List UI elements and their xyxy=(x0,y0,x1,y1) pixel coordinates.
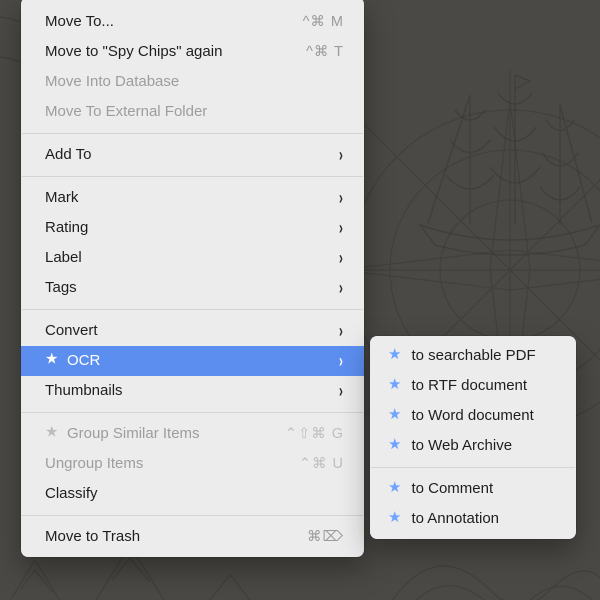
menu-item-label: Move to "Spy Chips" again xyxy=(45,37,288,67)
menu-item-label: Classify xyxy=(45,479,344,509)
menu-item-shortcut: ⌘⌦ xyxy=(307,522,344,552)
menu-item-ocr[interactable]: ★ OCR › xyxy=(21,346,364,376)
menu-item-shortcut: ^⌘ M xyxy=(303,7,344,37)
chevron-right-icon: › xyxy=(339,213,343,243)
menu-item-label: Ungroup Items xyxy=(45,449,281,479)
menu-item-label: Group Similar Items xyxy=(45,419,267,449)
menu-item-label: Move To External Folder xyxy=(45,97,344,127)
chevron-right-icon: › xyxy=(339,376,343,406)
menu-separator xyxy=(22,309,363,310)
chevron-right-icon: › xyxy=(339,183,343,213)
menu-item-shortcut: ⌃⇧⌘ G xyxy=(285,419,344,449)
chevron-right-icon: › xyxy=(339,316,343,346)
menu-item-move-again[interactable]: Move to "Spy Chips" again ^⌘ T xyxy=(21,37,364,67)
star-icon: ★ xyxy=(45,418,58,448)
menu-item-shortcut: ⌃⌘ U xyxy=(299,449,344,479)
submenu-item-searchable-pdf[interactable]: ★ to searchable PDF xyxy=(370,341,576,371)
menu-item-label: OCR xyxy=(45,346,320,376)
menu-item-label: to RTF document xyxy=(411,371,556,401)
submenu-item-annotation[interactable]: ★ to Annotation xyxy=(370,504,576,534)
menu-item-label: to Annotation xyxy=(411,504,556,534)
menu-separator xyxy=(22,176,363,177)
ocr-submenu: ★ to searchable PDF ★ to RTF document ★ … xyxy=(370,336,576,539)
menu-item-label: to Word document xyxy=(411,401,556,431)
menu-item-label: Rating xyxy=(45,213,320,243)
menu-item-rating[interactable]: Rating › xyxy=(21,213,364,243)
star-icon: ★ xyxy=(388,400,401,430)
menu-separator xyxy=(22,515,363,516)
chevron-right-icon: › xyxy=(339,346,343,376)
menu-separator xyxy=(22,412,363,413)
star-icon: ★ xyxy=(388,370,401,400)
menu-item-label: Move To... xyxy=(45,7,285,37)
menu-item-move-into-database: Move Into Database xyxy=(21,67,364,97)
menu-item-move-to[interactable]: Move To... ^⌘ M xyxy=(21,7,364,37)
menu-item-move-external: Move To External Folder xyxy=(21,97,364,127)
menu-item-label: Tags xyxy=(45,273,320,303)
menu-item-ungroup: Ungroup Items ⌃⌘ U xyxy=(21,449,364,479)
menu-item-label: to searchable PDF xyxy=(411,341,556,371)
star-icon: ★ xyxy=(388,503,401,533)
menu-item-label: Thumbnails xyxy=(45,376,320,406)
menu-item-shortcut: ^⌘ T xyxy=(306,37,344,67)
menu-item-label: to Web Archive xyxy=(411,431,556,461)
menu-item-add-to[interactable]: Add To › xyxy=(21,140,364,170)
menu-item-label: Move Into Database xyxy=(45,67,344,97)
star-icon: ★ xyxy=(388,430,401,460)
context-menu: Move To... ^⌘ M Move to "Spy Chips" agai… xyxy=(21,0,364,557)
menu-item-move-to-trash[interactable]: Move to Trash ⌘⌦ xyxy=(21,522,364,552)
menu-item-label: Convert xyxy=(45,316,320,346)
submenu-item-web-archive[interactable]: ★ to Web Archive xyxy=(370,431,576,461)
menu-separator xyxy=(371,467,575,468)
menu-item-classify[interactable]: Classify xyxy=(21,479,364,509)
menu-item-label: Label xyxy=(45,243,320,273)
menu-item-group-similar: ★ Group Similar Items ⌃⇧⌘ G xyxy=(21,419,364,449)
star-icon: ★ xyxy=(388,473,401,503)
submenu-item-word[interactable]: ★ to Word document xyxy=(370,401,576,431)
menu-item-thumbnails[interactable]: Thumbnails › xyxy=(21,376,364,406)
chevron-right-icon: › xyxy=(339,273,343,303)
menu-item-convert[interactable]: Convert › xyxy=(21,316,364,346)
star-icon: ★ xyxy=(388,340,401,370)
submenu-item-comment[interactable]: ★ to Comment xyxy=(370,474,576,504)
menu-item-tags[interactable]: Tags › xyxy=(21,273,364,303)
submenu-item-rtf[interactable]: ★ to RTF document xyxy=(370,371,576,401)
menu-item-label: to Comment xyxy=(411,474,556,504)
chevron-right-icon: › xyxy=(339,243,343,273)
menu-item-mark[interactable]: Mark › xyxy=(21,183,364,213)
menu-separator xyxy=(22,133,363,134)
menu-item-label: Move to Trash xyxy=(45,522,289,552)
menu-item-label[interactable]: Label › xyxy=(21,243,364,273)
star-icon: ★ xyxy=(45,345,58,375)
menu-item-label: Add To xyxy=(45,140,320,170)
chevron-right-icon: › xyxy=(339,140,343,170)
menu-item-label: Mark xyxy=(45,183,320,213)
